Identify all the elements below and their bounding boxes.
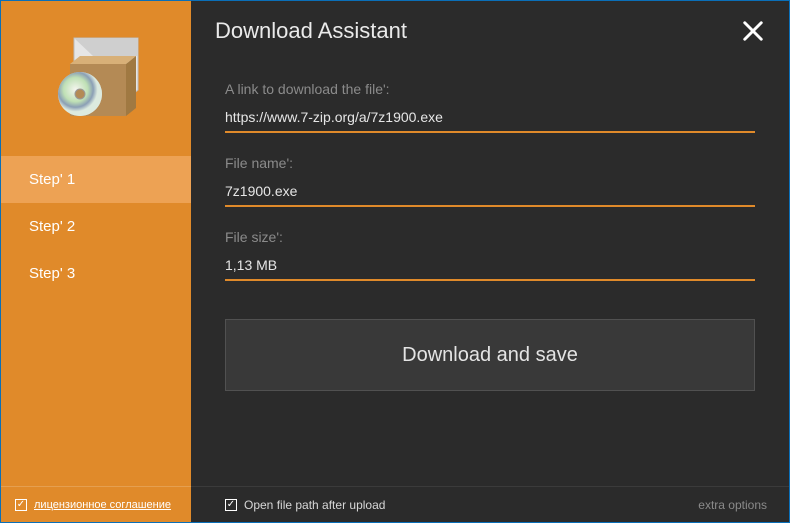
step-2[interactable]: Step' 2 [1, 203, 191, 250]
download-and-save-button[interactable]: Download and save [225, 319, 755, 391]
step-3[interactable]: Step' 3 [1, 250, 191, 297]
content-panel: Download Assistant A link to download th… [191, 1, 789, 522]
sidebar: Step' 1 Step' 2 Step' 3 ✓ лицензионное с… [1, 1, 191, 522]
license-agreement-link[interactable]: лицензионное соглашение [34, 499, 171, 511]
filename-label: File name': [225, 155, 755, 171]
step-label: Step' 1 [29, 171, 75, 188]
main-area: Step' 1 Step' 2 Step' 3 ✓ лицензионное с… [1, 1, 789, 522]
content-footer: ✓ Open file path after upload extra opti… [191, 486, 789, 522]
license-checkbox[interactable]: ✓ [15, 499, 27, 511]
download-button-label: Download and save [402, 344, 578, 367]
filesize-field-group: File size': [225, 229, 755, 281]
titlebar: Download Assistant [191, 1, 789, 61]
link-field-group: A link to download the file': [225, 81, 755, 133]
step-label: Step' 3 [29, 265, 75, 282]
close-button[interactable] [739, 17, 767, 45]
installer-illustration [1, 1, 191, 156]
link-label: A link to download the file': [225, 81, 755, 97]
disc-icon [58, 72, 102, 116]
download-link-input[interactable] [225, 109, 755, 133]
filename-field-group: File name': [225, 155, 755, 207]
filesize-input[interactable] [225, 257, 755, 281]
open-path-checkbox[interactable]: ✓ [225, 499, 237, 511]
filename-input[interactable] [225, 183, 755, 207]
step-label: Step' 2 [29, 218, 75, 235]
footer-left: ✓ Open file path after upload [225, 498, 385, 512]
sidebar-footer: ✓ лицензионное соглашение [1, 486, 191, 522]
download-assistant-window: Step' 1 Step' 2 Step' 3 ✓ лицензионное с… [0, 0, 790, 523]
form: A link to download the file': File name'… [191, 61, 789, 486]
close-icon [742, 20, 764, 42]
filesize-label: File size': [225, 229, 755, 245]
extra-options-link[interactable]: extra options [698, 498, 767, 512]
step-1[interactable]: Step' 1 [1, 156, 191, 203]
window-title: Download Assistant [215, 18, 407, 44]
open-path-label: Open file path after upload [244, 498, 385, 512]
package-icon [46, 36, 146, 121]
